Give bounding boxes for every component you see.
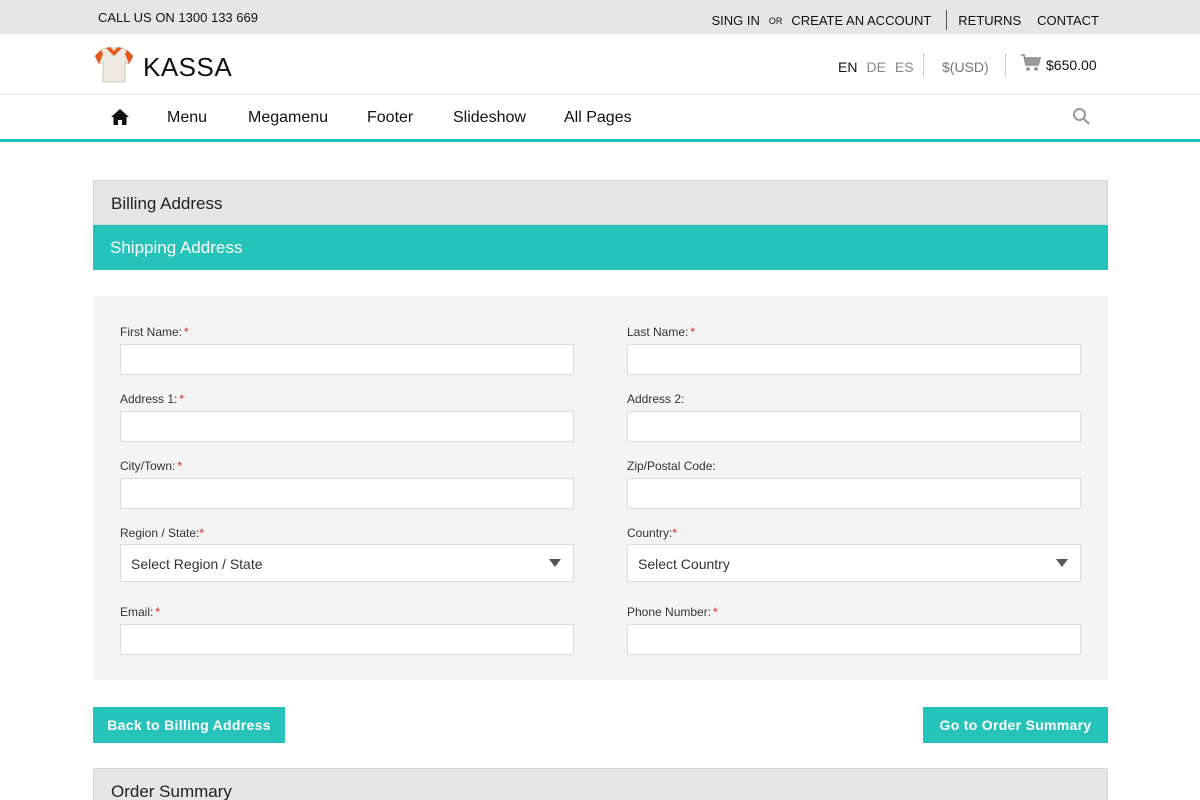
topbar-divider bbox=[946, 10, 948, 30]
region-select[interactable]: Select Region / State bbox=[120, 544, 574, 582]
back-to-billing-button[interactable]: Back to Billing Address bbox=[93, 707, 285, 743]
address1-label: Address 1: * bbox=[120, 392, 185, 406]
lang-de[interactable]: DE bbox=[866, 59, 885, 75]
go-to-order-summary-button[interactable]: Go to Order Summary bbox=[923, 707, 1108, 743]
account-links: SING IN OR CREATE AN ACCOUNT RETURNS CON… bbox=[711, 10, 1099, 30]
currency-selector[interactable]: $(USD) bbox=[942, 59, 989, 75]
shipping-form: First Name: * Last Name: * Address 1: * Add… bbox=[93, 296, 1108, 680]
lang-en[interactable]: EN bbox=[838, 59, 857, 75]
chevron-down-icon bbox=[1056, 559, 1068, 567]
or-text: OR bbox=[768, 16, 783, 26]
main-nav: Menu Megamenu Footer Slideshow All Pages bbox=[0, 95, 1200, 142]
country-select[interactable]: Select Country bbox=[627, 544, 1081, 582]
create-account-link[interactable]: CREATE AN ACCOUNT bbox=[791, 13, 931, 28]
address1-field[interactable] bbox=[120, 411, 574, 442]
address2-field[interactable] bbox=[627, 411, 1081, 442]
phone-field[interactable] bbox=[627, 624, 1081, 655]
region-label: Region / State:* bbox=[120, 526, 205, 540]
signin-link[interactable]: SING IN bbox=[711, 13, 759, 28]
logo-text[interactable]: KASSA bbox=[143, 52, 232, 83]
order-summary-title: Order Summary bbox=[111, 782, 232, 800]
lang-es[interactable]: ES bbox=[895, 59, 914, 75]
zip-field[interactable] bbox=[627, 478, 1081, 509]
first-name-label: First Name: * bbox=[120, 325, 189, 339]
billing-address-panel[interactable]: Billing Address bbox=[93, 180, 1108, 225]
header-divider bbox=[923, 53, 924, 77]
top-bar: CALL US ON 1300 133 669 SING IN OR CREAT… bbox=[0, 0, 1200, 34]
shirt-icon[interactable] bbox=[93, 44, 135, 86]
nav-item-slideshow[interactable]: Slideshow bbox=[453, 109, 526, 127]
region-select-value: Select Region / State bbox=[131, 556, 263, 572]
site-header: KASSA EN DE ES $(USD) $650.00 bbox=[0, 34, 1200, 95]
phone-label: Phone Number: * bbox=[627, 605, 718, 619]
billing-address-title: Billing Address bbox=[111, 194, 223, 213]
last-name-label: Last Name: * bbox=[627, 325, 696, 339]
home-icon[interactable] bbox=[110, 108, 130, 126]
country-label: Country:* bbox=[627, 526, 678, 540]
nav-item-megamenu[interactable]: Megamenu bbox=[248, 109, 328, 127]
returns-link[interactable]: RETURNS bbox=[958, 13, 1021, 28]
chevron-down-icon bbox=[549, 559, 561, 567]
first-name-field[interactable] bbox=[120, 344, 574, 375]
country-select-value: Select Country bbox=[638, 556, 730, 572]
email-label: Email: * bbox=[120, 605, 161, 619]
city-field[interactable] bbox=[120, 478, 574, 509]
last-name-field[interactable] bbox=[627, 344, 1081, 375]
order-summary-panel[interactable]: Order Summary bbox=[93, 768, 1108, 800]
cart-total[interactable]: $650.00 bbox=[1046, 57, 1097, 73]
header-divider bbox=[1005, 53, 1006, 77]
language-switcher: EN DE ES bbox=[838, 59, 914, 75]
phone-number: CALL US ON 1300 133 669 bbox=[98, 10, 258, 25]
nav-item-menu[interactable]: Menu bbox=[167, 109, 207, 127]
contact-link[interactable]: CONTACT bbox=[1037, 13, 1099, 28]
shipping-address-panel[interactable]: Shipping Address bbox=[93, 225, 1108, 270]
city-label: City/Town: * bbox=[120, 459, 183, 473]
cart-icon[interactable] bbox=[1021, 54, 1041, 72]
email-field[interactable] bbox=[120, 624, 574, 655]
nav-item-footer[interactable]: Footer bbox=[367, 109, 413, 127]
shipping-address-title: Shipping Address bbox=[110, 238, 243, 257]
zip-label: Zip/Postal Code: bbox=[627, 459, 716, 473]
search-icon[interactable] bbox=[1072, 107, 1090, 125]
address2-label: Address 2: bbox=[627, 392, 685, 406]
nav-item-all-pages[interactable]: All Pages bbox=[564, 109, 632, 127]
